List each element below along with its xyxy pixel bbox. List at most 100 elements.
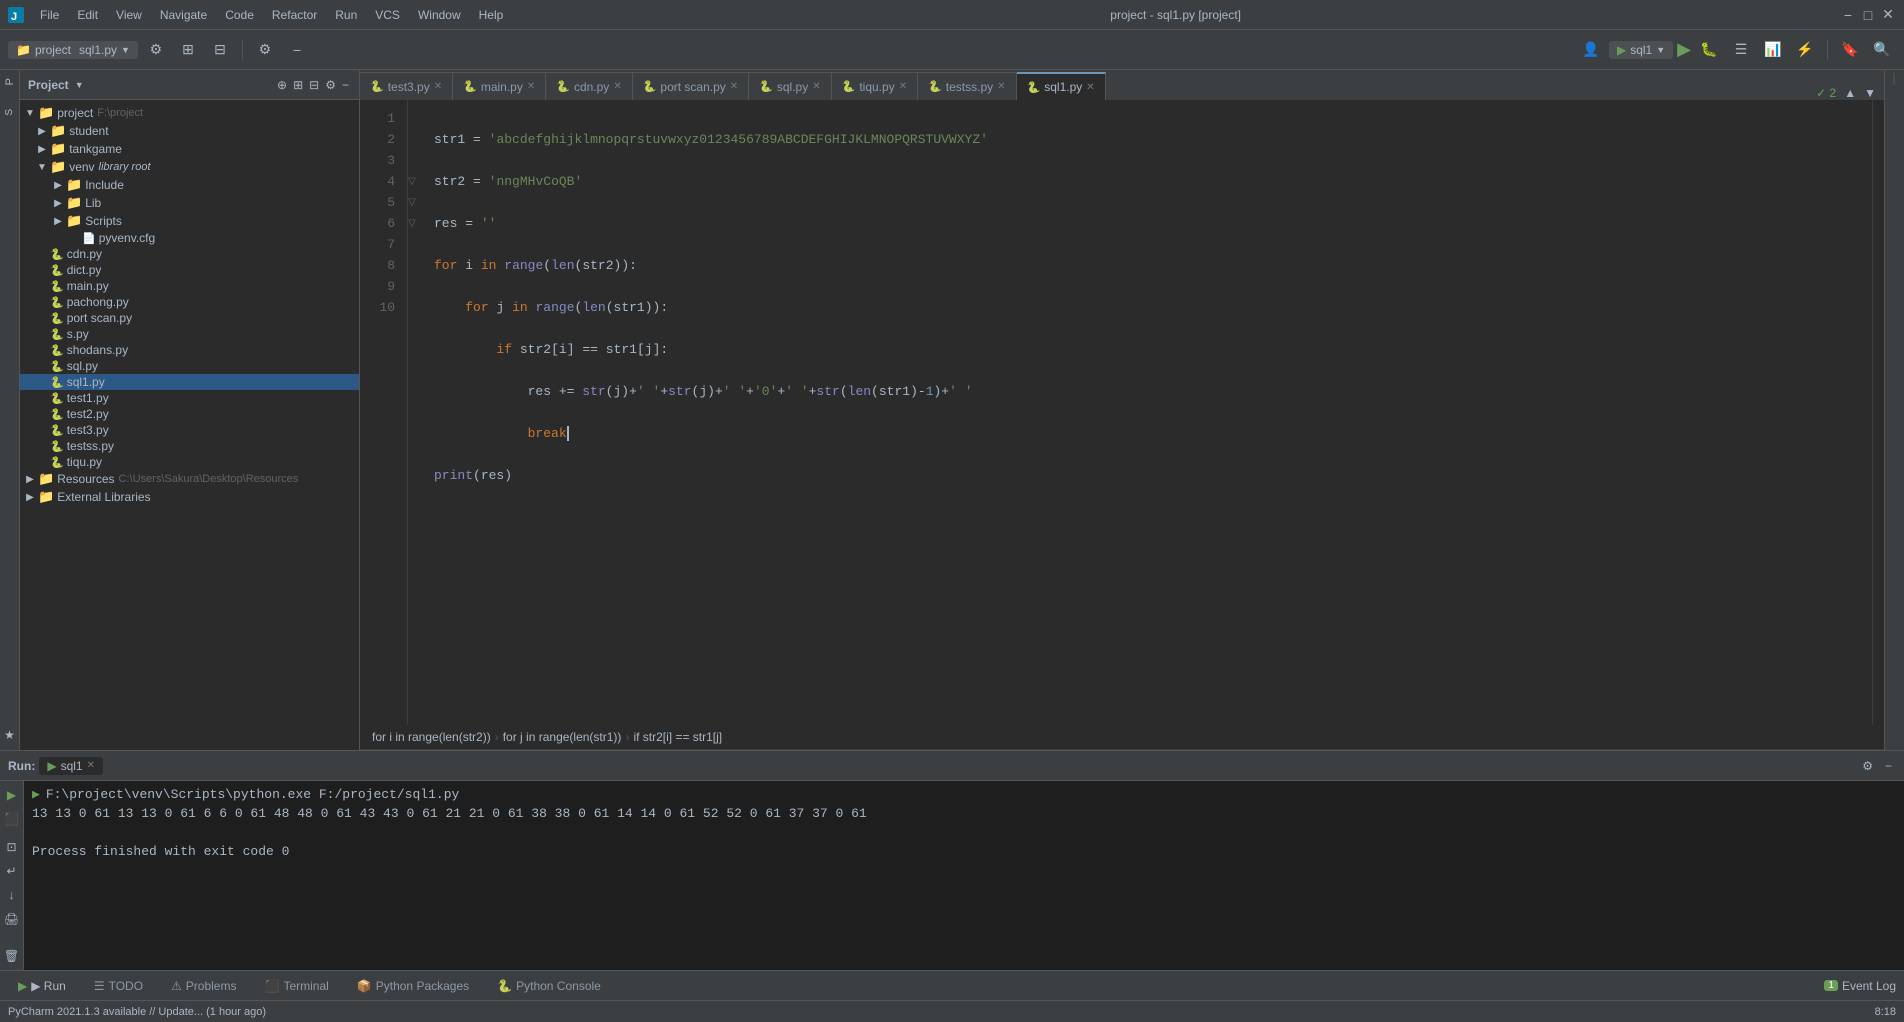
bottom-toolbar-event-log[interactable]: 1 Event Log <box>1824 979 1896 993</box>
tree-item-lib[interactable]: ▶ 📁 Lib <box>20 194 359 212</box>
minimize-button[interactable]: − <box>1840 7 1856 23</box>
bottom-tab-todo[interactable]: ☰ TODO <box>84 977 153 995</box>
panel-settings-btn[interactable]: ⚙ <box>323 76 338 94</box>
bottom-tab-run[interactable]: ▶ ▶ Run <box>8 977 76 995</box>
bookmark-btn[interactable]: 🔖 <box>1836 36 1864 64</box>
toolbar-minus-btn[interactable]: − <box>283 36 311 64</box>
panel-collapse-btn[interactable]: ⊟ <box>307 76 321 94</box>
close-button[interactable]: ✕ <box>1880 7 1896 23</box>
editor-nav-down[interactable]: ▼ <box>1864 86 1876 100</box>
tab-cdn[interactable]: 🐍 cdn.py ✕ <box>546 72 632 100</box>
tab-close-test3[interactable]: ✕ <box>434 81 442 92</box>
menu-code[interactable]: Code <box>217 6 262 24</box>
run-with-coverage[interactable]: ☰ <box>1727 36 1755 64</box>
tab-test3[interactable]: 🐍 test3.py ✕ <box>360 72 453 100</box>
tree-item-external-libs[interactable]: ▶ 📁 External Libraries <box>20 488 359 506</box>
tree-item-dict-py[interactable]: ▶ 🐍 dict.py <box>20 262 359 278</box>
run-config-tab-close[interactable]: ✕ <box>87 760 95 771</box>
breadcrumb-item-2[interactable]: for j in range(len(str1)) <box>503 730 622 744</box>
print-btn[interactable]: 🖨 <box>2 909 22 929</box>
menu-run[interactable]: Run <box>327 6 365 24</box>
panel-expand-btn[interactable]: ⊞ <box>291 76 305 94</box>
toolbar-expand-btn[interactable]: ⊞ <box>174 36 202 64</box>
toolbar-collapse-btn[interactable]: ⊟ <box>206 36 234 64</box>
bottom-tab-problems[interactable]: ⚠ Problems <box>161 977 246 995</box>
tree-item-testss-py[interactable]: ▶ 🐍 testss.py <box>20 438 359 454</box>
tab-close-portscan[interactable]: ✕ <box>730 81 738 92</box>
tree-item-project-root[interactable]: ▼ 📁 project F:\project <box>20 104 359 122</box>
tree-item-test1-py[interactable]: ▶ 🐍 test1.py <box>20 390 359 406</box>
menu-refactor[interactable]: Refactor <box>264 6 325 24</box>
tree-item-portscan-py[interactable]: ▶ 🐍 port scan.py <box>20 310 359 326</box>
maximize-button[interactable]: □ <box>1860 7 1876 23</box>
soft-wrap-btn[interactable]: ↵ <box>2 861 22 881</box>
run-button[interactable]: ▶ <box>1677 39 1691 60</box>
tree-item-venv[interactable]: ▼ 📁 venv library root <box>20 158 359 176</box>
menu-file[interactable]: File <box>32 6 67 24</box>
tree-item-test3-py[interactable]: ▶ 🐍 test3.py <box>20 422 359 438</box>
editor-nav-up[interactable]: ▲ <box>1844 86 1856 100</box>
breadcrumb-item-1[interactable]: for i in range(len(str2)) <box>372 730 491 744</box>
project-icon[interactable]: P <box>4 78 16 85</box>
search-everywhere-btn[interactable]: 🔍 <box>1868 36 1896 64</box>
favorites-icon[interactable]: ★ <box>4 728 15 742</box>
tab-close-tiqu[interactable]: ✕ <box>899 81 907 92</box>
debug-button[interactable]: 🐛 <box>1695 36 1723 64</box>
toolbar-gear-btn[interactable]: ⚙ <box>251 36 279 64</box>
tab-main[interactable]: 🐍 main.py ✕ <box>453 72 546 100</box>
restore-layout-btn[interactable]: ⊡ <box>2 837 22 857</box>
toolbar-settings-btn[interactable]: ⚙ <box>142 36 170 64</box>
run-configuration[interactable]: ▶ sql1 ▼ <box>1609 41 1673 59</box>
tab-close-testss[interactable]: ✕ <box>997 81 1005 92</box>
tab-tiqu[interactable]: 🐍 tiqu.py ✕ <box>832 72 918 100</box>
tree-item-shodans-py[interactable]: ▶ 🐍 shodans.py <box>20 342 359 358</box>
tree-item-sql-py[interactable]: ▶ 🐍 sql.py <box>20 358 359 374</box>
scroll-to-end-btn[interactable]: ↓ <box>2 885 22 905</box>
tab-testss[interactable]: 🐍 testss.py ✕ <box>918 72 1016 100</box>
run-panel-config-tab[interactable]: ▶ sql1 ✕ <box>39 757 103 775</box>
tree-item-pyvenv[interactable]: ▶ 📄 pyvenv.cfg <box>20 230 359 246</box>
tree-item-include[interactable]: ▶ 📁 Include <box>20 176 359 194</box>
tab-close-main[interactable]: ✕ <box>527 81 535 92</box>
project-selector[interactable]: 📁 project sql1.py ▼ <box>8 41 138 59</box>
menu-navigate[interactable]: Navigate <box>152 6 215 24</box>
bottom-tab-terminal[interactable]: ⬛ Terminal <box>254 977 338 995</box>
breadcrumb-item-3[interactable]: if str2[i] == str1[j] <box>633 730 722 744</box>
tab-portscan[interactable]: 🐍 port scan.py ✕ <box>633 72 749 100</box>
tab-close-sql[interactable]: ✕ <box>812 81 820 92</box>
vcs-btn[interactable]: 👤 <box>1577 36 1605 64</box>
tree-item-cdn-py[interactable]: ▶ 🐍 cdn.py <box>20 246 359 262</box>
tree-item-scripts[interactable]: ▶ 📁 Scripts <box>20 212 359 230</box>
panel-close-btn[interactable]: − <box>340 76 351 94</box>
tab-sql1[interactable]: 🐍 sql1.py ✕ <box>1017 72 1106 100</box>
tree-item-pachong-py[interactable]: ▶ 🐍 pachong.py <box>20 294 359 310</box>
rerun-btn[interactable]: ▶ <box>2 785 22 805</box>
project-dropdown-arrow[interactable]: ▼ <box>75 80 84 90</box>
concurrency-btn[interactable]: ⚡ <box>1791 36 1819 64</box>
tree-item-resources[interactable]: ▶ 📁 Resources C:\Users\Sakura\Desktop\Re… <box>20 470 359 488</box>
tree-item-main-py[interactable]: ▶ 🐍 main.py <box>20 278 359 294</box>
menu-edit[interactable]: Edit <box>69 6 106 24</box>
pycharm-update-msg[interactable]: PyCharm 2021.1.3 available // Update... … <box>8 1006 266 1018</box>
tree-item-student[interactable]: ▶ 📁 student <box>20 122 359 140</box>
tree-item-tiqu-py[interactable]: ▶ 🐍 tiqu.py <box>20 454 359 470</box>
code-content[interactable]: str1 = 'abcdefghijklmnopqrstuvwxyz012345… <box>422 100 1872 725</box>
tab-close-cdn[interactable]: ✕ <box>613 81 621 92</box>
tab-close-sql1[interactable]: ✕ <box>1086 82 1094 93</box>
run-settings-btn[interactable]: ⚙ <box>1858 757 1877 775</box>
menu-help[interactable]: Help <box>471 6 512 24</box>
menu-vcs[interactable]: VCS <box>367 6 408 24</box>
menu-view[interactable]: View <box>108 6 150 24</box>
menu-window[interactable]: Window <box>410 6 469 24</box>
bottom-tab-python-packages[interactable]: 📦 Python Packages <box>347 977 479 995</box>
menu-bar[interactable]: File Edit View Navigate Code Refactor Ru… <box>32 6 511 24</box>
tree-item-sql1-py[interactable]: ▶ 🐍 sql1.py <box>20 374 359 390</box>
clear-btn[interactable]: 🗑 <box>2 946 22 966</box>
panel-locate-btn[interactable]: ⊕ <box>275 76 289 94</box>
tab-sql[interactable]: 🐍 sql.py ✕ <box>749 72 831 100</box>
structure-icon[interactable]: S <box>4 109 15 116</box>
profile-btn[interactable]: 📊 <box>1759 36 1787 64</box>
stop-btn[interactable]: ⬛ <box>2 809 22 829</box>
run-close-btn[interactable]: − <box>1881 757 1896 775</box>
tree-item-tankgame[interactable]: ▶ 📁 tankgame <box>20 140 359 158</box>
